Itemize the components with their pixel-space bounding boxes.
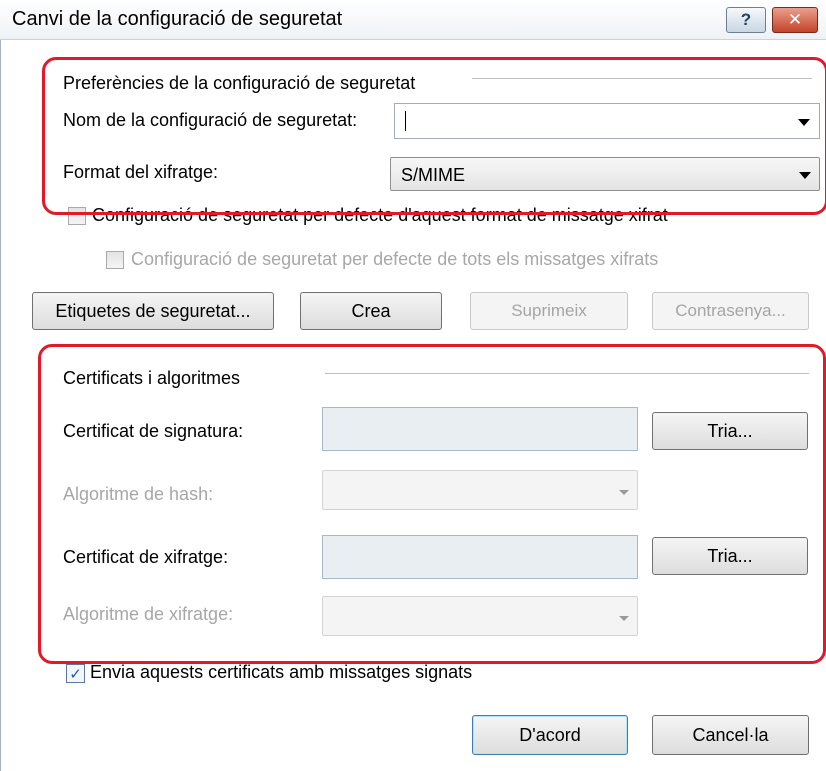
create-button[interactable]: Crea — [300, 292, 442, 330]
help-button[interactable]: ? — [726, 7, 766, 33]
default-for-all-label: Configuració de seguretat per defecte de… — [131, 249, 659, 269]
close-button[interactable]: ✕ — [772, 7, 818, 33]
checkmark-icon: ✓ — [69, 665, 82, 683]
delete-button[interactable]: Suprimeix — [470, 292, 628, 330]
password-button[interactable]: Contrasenya... — [652, 292, 809, 330]
highlight-outline-prefs — [42, 57, 826, 215]
default-for-all-checkbox[interactable] — [106, 251, 124, 269]
ok-button[interactable]: D'acord — [472, 715, 628, 755]
window-border — [0, 40, 1, 771]
dialog-title: Canvi de la configuració de seguretat — [12, 8, 343, 30]
highlight-outline-certs — [38, 344, 826, 664]
send-certs-label: Envia aquests certificats amb missatges … — [90, 662, 473, 682]
cancel-button[interactable]: Cancel·la — [652, 715, 809, 755]
close-icon: ✕ — [787, 10, 803, 29]
send-certs-checkbox[interactable]: ✓ — [66, 664, 85, 683]
title-bar: Canvi de la configuració de seguretat ? … — [0, 0, 826, 40]
security-labels-button[interactable]: Etiquetes de seguretat... — [32, 292, 274, 330]
help-icon: ? — [740, 10, 752, 29]
